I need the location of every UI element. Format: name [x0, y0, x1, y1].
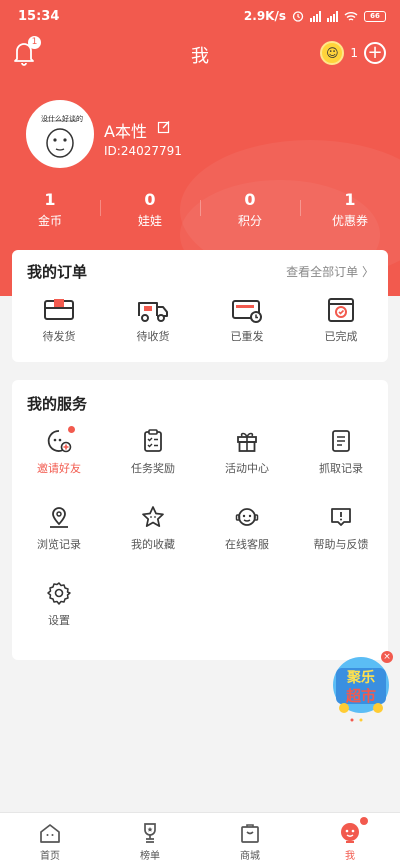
alarm-icon	[292, 11, 304, 22]
coin-count: 1	[350, 46, 358, 60]
floating-promo-banner[interactable]: 聚乐 超市	[330, 652, 392, 724]
truck-icon	[138, 302, 168, 322]
avatar-caption: 没什么好谈的	[41, 115, 83, 123]
order-label: 已重发	[230, 330, 264, 343]
order-pending-receipt[interactable]: 待收货	[106, 296, 200, 344]
star-icon	[142, 506, 164, 527]
tab-label: 榜单	[140, 851, 160, 862]
stat-label: 积分	[237, 214, 262, 228]
stats-row: 1 金币 0 娃娃 0 积分 1 优惠券	[0, 190, 400, 230]
new-indicator-dot	[360, 817, 368, 825]
service-icon	[235, 508, 259, 526]
tab-label: 首页	[40, 851, 60, 862]
edit-icon[interactable]	[157, 120, 171, 134]
service-task-rewards[interactable]: 任务奖励	[106, 428, 200, 480]
box-icon	[44, 299, 74, 320]
add-coins-button[interactable]: +	[364, 42, 386, 64]
service-label: 设置	[48, 614, 70, 627]
tab-me[interactable]: 我	[300, 813, 400, 866]
stat-coupons[interactable]: 1 优惠券	[300, 190, 400, 230]
service-label: 任务奖励	[131, 462, 175, 475]
avatar-image	[29, 103, 91, 165]
top-bar: 1 我 ☺ 1 +	[0, 36, 400, 72]
home-icon	[40, 824, 60, 843]
user-id: ID:24027791	[104, 144, 182, 158]
status-bar: 15:34 2.9K/s 66	[0, 0, 400, 34]
task-icon	[144, 429, 162, 452]
tab-shop[interactable]: 商城	[200, 813, 300, 866]
order-resent[interactable]: 已重发	[200, 296, 294, 344]
order-completed[interactable]: 已完成	[294, 296, 388, 344]
promo-text-line1: 聚乐	[347, 670, 375, 686]
order-label: 待发货	[42, 330, 76, 343]
stat-dolls[interactable]: 0 娃娃	[100, 190, 200, 230]
orders-title: 我的订单	[27, 263, 88, 281]
status-time: 15:34	[18, 9, 60, 24]
location-icon	[50, 507, 68, 528]
tab-label: 我	[345, 851, 355, 862]
service-settings[interactable]: 设置	[12, 580, 106, 632]
service-label: 抓取记录	[319, 462, 363, 475]
coin-icon: ☺	[320, 41, 345, 65]
stat-value: 1	[344, 190, 356, 209]
order-label: 待收货	[136, 330, 170, 343]
signal-icon	[327, 10, 338, 22]
completed-icon	[328, 298, 354, 322]
service-help-feedback[interactable]: 帮助与反馈	[294, 504, 388, 556]
order-pending-shipment[interactable]: 待发货	[12, 296, 106, 344]
stat-label: 娃娃	[137, 214, 162, 228]
stat-coins[interactable]: 1 金币	[0, 190, 100, 230]
orders-card: 我的订单 查看全部订单 〉 待发货 待收货 已重发 已完成	[12, 250, 388, 362]
stat-label: 优惠券	[331, 214, 368, 228]
signal-icon	[310, 10, 321, 22]
stat-value: 0	[244, 190, 256, 209]
profile-icon	[341, 823, 359, 843]
wifi-icon	[344, 11, 358, 21]
gift-icon	[237, 432, 257, 452]
close-banner-button[interactable]: ×	[381, 651, 393, 663]
help-icon	[331, 508, 351, 526]
service-label: 在线客服	[225, 538, 269, 551]
shop-icon	[241, 824, 259, 843]
view-all-orders-link[interactable]: 查看全部订单 〉	[286, 263, 374, 280]
avatar[interactable]: 没什么好谈的	[26, 100, 94, 168]
record-icon	[332, 430, 350, 452]
network-speed: 2.9K/s	[243, 9, 286, 23]
battery-icon: 66	[364, 10, 386, 22]
service-label: 浏览记录	[37, 538, 81, 551]
service-invite-friends[interactable]: 邀请好友	[12, 426, 106, 480]
service-my-favorites[interactable]: 我的收藏	[106, 504, 200, 556]
service-label: 活动中心	[225, 462, 269, 475]
service-label: 邀请好友	[37, 462, 81, 475]
order-label: 已完成	[324, 330, 358, 343]
trophy-icon	[144, 823, 156, 843]
bottom-tab-bar: 首页 榜单 商城 我	[0, 812, 400, 866]
coin-balance[interactable]: ☺ 1 +	[320, 40, 386, 66]
service-activity-center[interactable]: 活动中心	[200, 428, 294, 480]
tab-label: 商城	[240, 851, 260, 862]
resend-icon	[232, 300, 262, 323]
service-grab-records[interactable]: 抓取记录	[294, 428, 388, 480]
tab-home[interactable]: 首页	[0, 813, 100, 866]
service-browse-history[interactable]: 浏览记录	[12, 504, 106, 556]
services-title: 我的服务	[27, 395, 88, 413]
new-indicator-dot	[68, 426, 75, 433]
stat-label: 金币	[37, 214, 62, 228]
username: A本性	[104, 122, 147, 141]
stat-value: 1	[44, 190, 56, 209]
tab-ranking[interactable]: 榜单	[100, 813, 200, 866]
services-card: 我的服务 邀请好友 任务奖励 活动中心 抓取记录 浏览记录 我的收藏 在线客服 …	[12, 380, 388, 660]
settings-icon	[47, 582, 71, 605]
service-label: 帮助与反馈	[313, 538, 369, 551]
stat-points[interactable]: 0 积分	[200, 190, 300, 230]
stat-value: 0	[144, 190, 156, 209]
service-label: 我的收藏	[131, 538, 175, 551]
service-online-support[interactable]: 在线客服	[200, 504, 294, 556]
promo-text-line2: 超市	[345, 687, 376, 705]
